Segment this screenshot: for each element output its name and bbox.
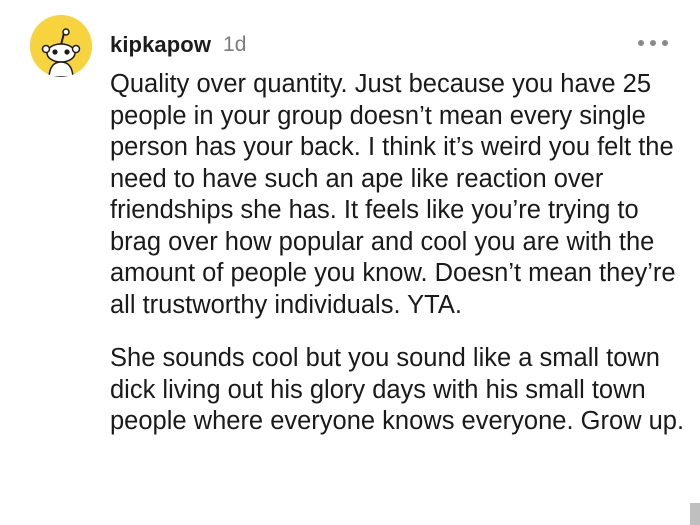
reddit-snoo-avatar-icon (30, 15, 92, 77)
more-dot (650, 40, 656, 46)
scrollbar-thumb[interactable] (690, 503, 700, 525)
more-dot (662, 40, 668, 46)
comment-body: Quality over quantity. Just because you … (110, 69, 690, 438)
comment-timestamp: 1d (223, 33, 247, 56)
comment: kipkapow 1d Quality over quantity. Just … (0, 0, 700, 525)
comment-paragraph: She sounds cool but you sound like a sma… (110, 344, 685, 435)
comment-header: kipkapow 1d (110, 30, 246, 60)
more-dot (638, 40, 644, 46)
avatar[interactable] (30, 15, 92, 77)
more-options-icon[interactable] (638, 33, 668, 53)
comment-paragraph: Quality over quantity. Just because you … (110, 70, 676, 319)
username-link[interactable]: kipkapow (110, 32, 211, 58)
